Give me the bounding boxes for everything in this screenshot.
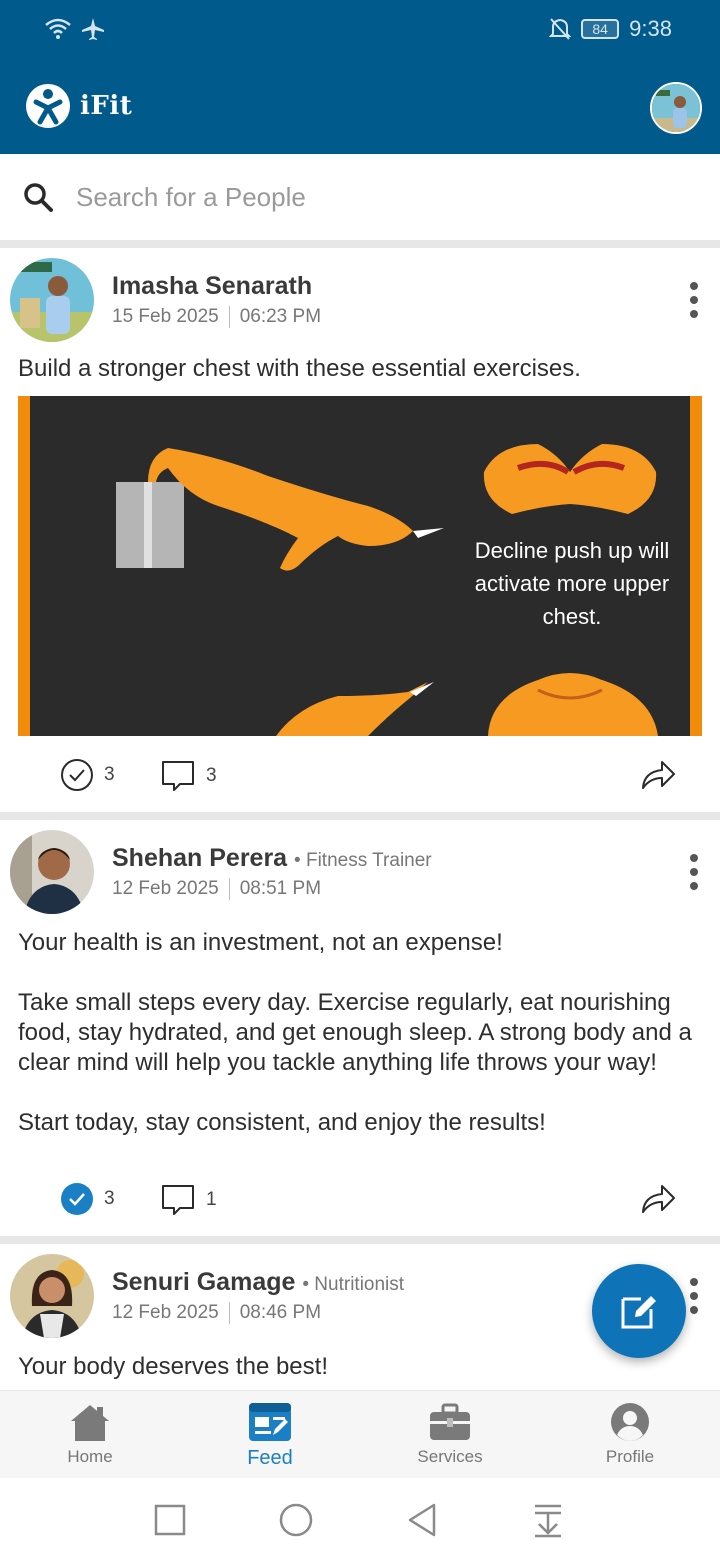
wifi-icon bbox=[45, 18, 71, 39]
battery-indicator: 84 bbox=[581, 19, 620, 39]
comment-button[interactable]: 3 bbox=[160, 758, 217, 794]
meta-divider bbox=[228, 1302, 230, 1324]
author-name[interactable]: Shehan Perera • Fitness Trainer bbox=[112, 844, 432, 873]
more-options-icon[interactable] bbox=[688, 1278, 700, 1314]
meta-divider bbox=[228, 306, 230, 328]
author-role: Nutritionist bbox=[314, 1274, 405, 1295]
post-card: Imasha Senarath 15 Feb 2025 06:23 PM Bui… bbox=[0, 248, 720, 812]
home-button-icon[interactable] bbox=[276, 1500, 316, 1540]
app-title: iFit bbox=[80, 91, 133, 121]
author-avatar[interactable] bbox=[10, 830, 94, 914]
share-icon bbox=[642, 1185, 675, 1213]
post-text: Your body deserves the best! bbox=[18, 1353, 328, 1380]
check-circle-icon bbox=[61, 759, 93, 791]
comment-icon bbox=[162, 761, 194, 791]
post-text: Build a stronger chest with these essent… bbox=[18, 355, 581, 382]
author-role: Fitness Trainer bbox=[305, 850, 432, 871]
app-logo[interactable]: iFit bbox=[26, 84, 132, 128]
bottom-navigation: Home Feed Services Profile bbox=[0, 1390, 720, 1478]
comment-button[interactable]: 1 bbox=[160, 1182, 217, 1218]
like-count: 3 bbox=[104, 1188, 115, 1209]
post-time: 08:51 PM bbox=[239, 878, 322, 899]
app-header: 84 9:38 iFit bbox=[0, 0, 720, 154]
meta-divider bbox=[228, 878, 230, 900]
share-button[interactable] bbox=[640, 1182, 676, 1216]
author-avatar[interactable] bbox=[10, 258, 94, 342]
author-name[interactable]: Imasha Senarath bbox=[112, 272, 312, 301]
author-avatar[interactable] bbox=[10, 1254, 94, 1338]
search-bar[interactable] bbox=[0, 154, 720, 240]
search-icon bbox=[24, 183, 53, 212]
like-button[interactable]: 3 bbox=[60, 1182, 115, 1216]
nav-feed[interactable]: Feed bbox=[180, 1391, 360, 1479]
app-bar: iFit bbox=[0, 70, 720, 150]
like-count: 3 bbox=[104, 764, 115, 785]
post-actions: 3 1 bbox=[0, 1170, 720, 1230]
home-icon bbox=[71, 1405, 109, 1441]
more-options-icon[interactable] bbox=[688, 282, 700, 318]
post-image[interactable]: Decline push up will activate more upper… bbox=[18, 396, 702, 736]
divider bbox=[0, 1236, 720, 1244]
post-meta: 12 Feb 2025 08:46 PM bbox=[112, 1302, 321, 1324]
share-icon bbox=[642, 761, 675, 789]
author-name-text: Senuri Gamage bbox=[112, 1268, 296, 1296]
search-input[interactable] bbox=[76, 181, 636, 213]
bell-off-icon bbox=[549, 18, 572, 40]
nav-label: Home bbox=[67, 1447, 113, 1466]
post-date: 12 Feb 2025 bbox=[112, 1302, 219, 1323]
post-text: Your health is an investment, not an exp… bbox=[18, 929, 692, 1136]
post-time: 06:23 PM bbox=[239, 306, 322, 327]
post-time: 08:46 PM bbox=[239, 1302, 322, 1323]
comment-count: 3 bbox=[206, 765, 217, 786]
like-button[interactable]: 3 bbox=[60, 758, 115, 792]
notification-pulldown-icon[interactable] bbox=[528, 1500, 568, 1540]
back-icon[interactable] bbox=[402, 1500, 442, 1540]
airplane-icon bbox=[82, 18, 104, 40]
role-separator: • bbox=[302, 1274, 315, 1295]
more-options-icon[interactable] bbox=[688, 854, 700, 890]
nav-home[interactable]: Home bbox=[0, 1391, 180, 1479]
post-meta: 12 Feb 2025 08:51 PM bbox=[112, 878, 321, 900]
post-card: Shehan Perera • Fitness Trainer 12 Feb 2… bbox=[0, 820, 720, 1236]
nav-label: Feed bbox=[247, 1447, 293, 1469]
ifit-logo-icon bbox=[26, 84, 70, 128]
nav-services[interactable]: Services bbox=[360, 1391, 540, 1479]
post-meta: 15 Feb 2025 06:23 PM bbox=[112, 306, 321, 328]
check-circle-filled-icon bbox=[61, 1183, 93, 1215]
author-name-text: Shehan Perera bbox=[112, 844, 288, 872]
author-name[interactable]: Senuri Gamage • Nutritionist bbox=[112, 1268, 404, 1297]
status-bar: 84 9:38 bbox=[0, 0, 720, 58]
author-name-text: Imasha Senarath bbox=[112, 272, 313, 300]
divider bbox=[0, 812, 720, 820]
profile-icon bbox=[611, 1403, 649, 1441]
share-button[interactable] bbox=[640, 758, 676, 792]
nav-profile[interactable]: Profile bbox=[540, 1391, 720, 1479]
post-date: 15 Feb 2025 bbox=[112, 306, 219, 327]
system-navigation-bar bbox=[0, 1478, 720, 1560]
role-separator: • bbox=[294, 850, 306, 871]
compose-post-button[interactable] bbox=[592, 1264, 686, 1358]
comment-count: 1 bbox=[206, 1189, 217, 1210]
feed-icon bbox=[249, 1403, 291, 1441]
clock-time: 9:38 bbox=[629, 16, 672, 41]
comment-icon bbox=[162, 1185, 194, 1215]
post-actions: 3 3 bbox=[0, 746, 720, 806]
recent-apps-icon[interactable] bbox=[150, 1500, 190, 1540]
nav-label: Profile bbox=[605, 1447, 655, 1466]
edit-icon bbox=[621, 1296, 656, 1329]
divider bbox=[0, 240, 720, 248]
post-date: 12 Feb 2025 bbox=[112, 878, 219, 899]
briefcase-icon bbox=[430, 1403, 470, 1440]
nav-label: Services bbox=[417, 1447, 483, 1466]
user-avatar[interactable] bbox=[650, 82, 702, 134]
image-caption: Decline push up will activate more upper… bbox=[474, 538, 670, 629]
